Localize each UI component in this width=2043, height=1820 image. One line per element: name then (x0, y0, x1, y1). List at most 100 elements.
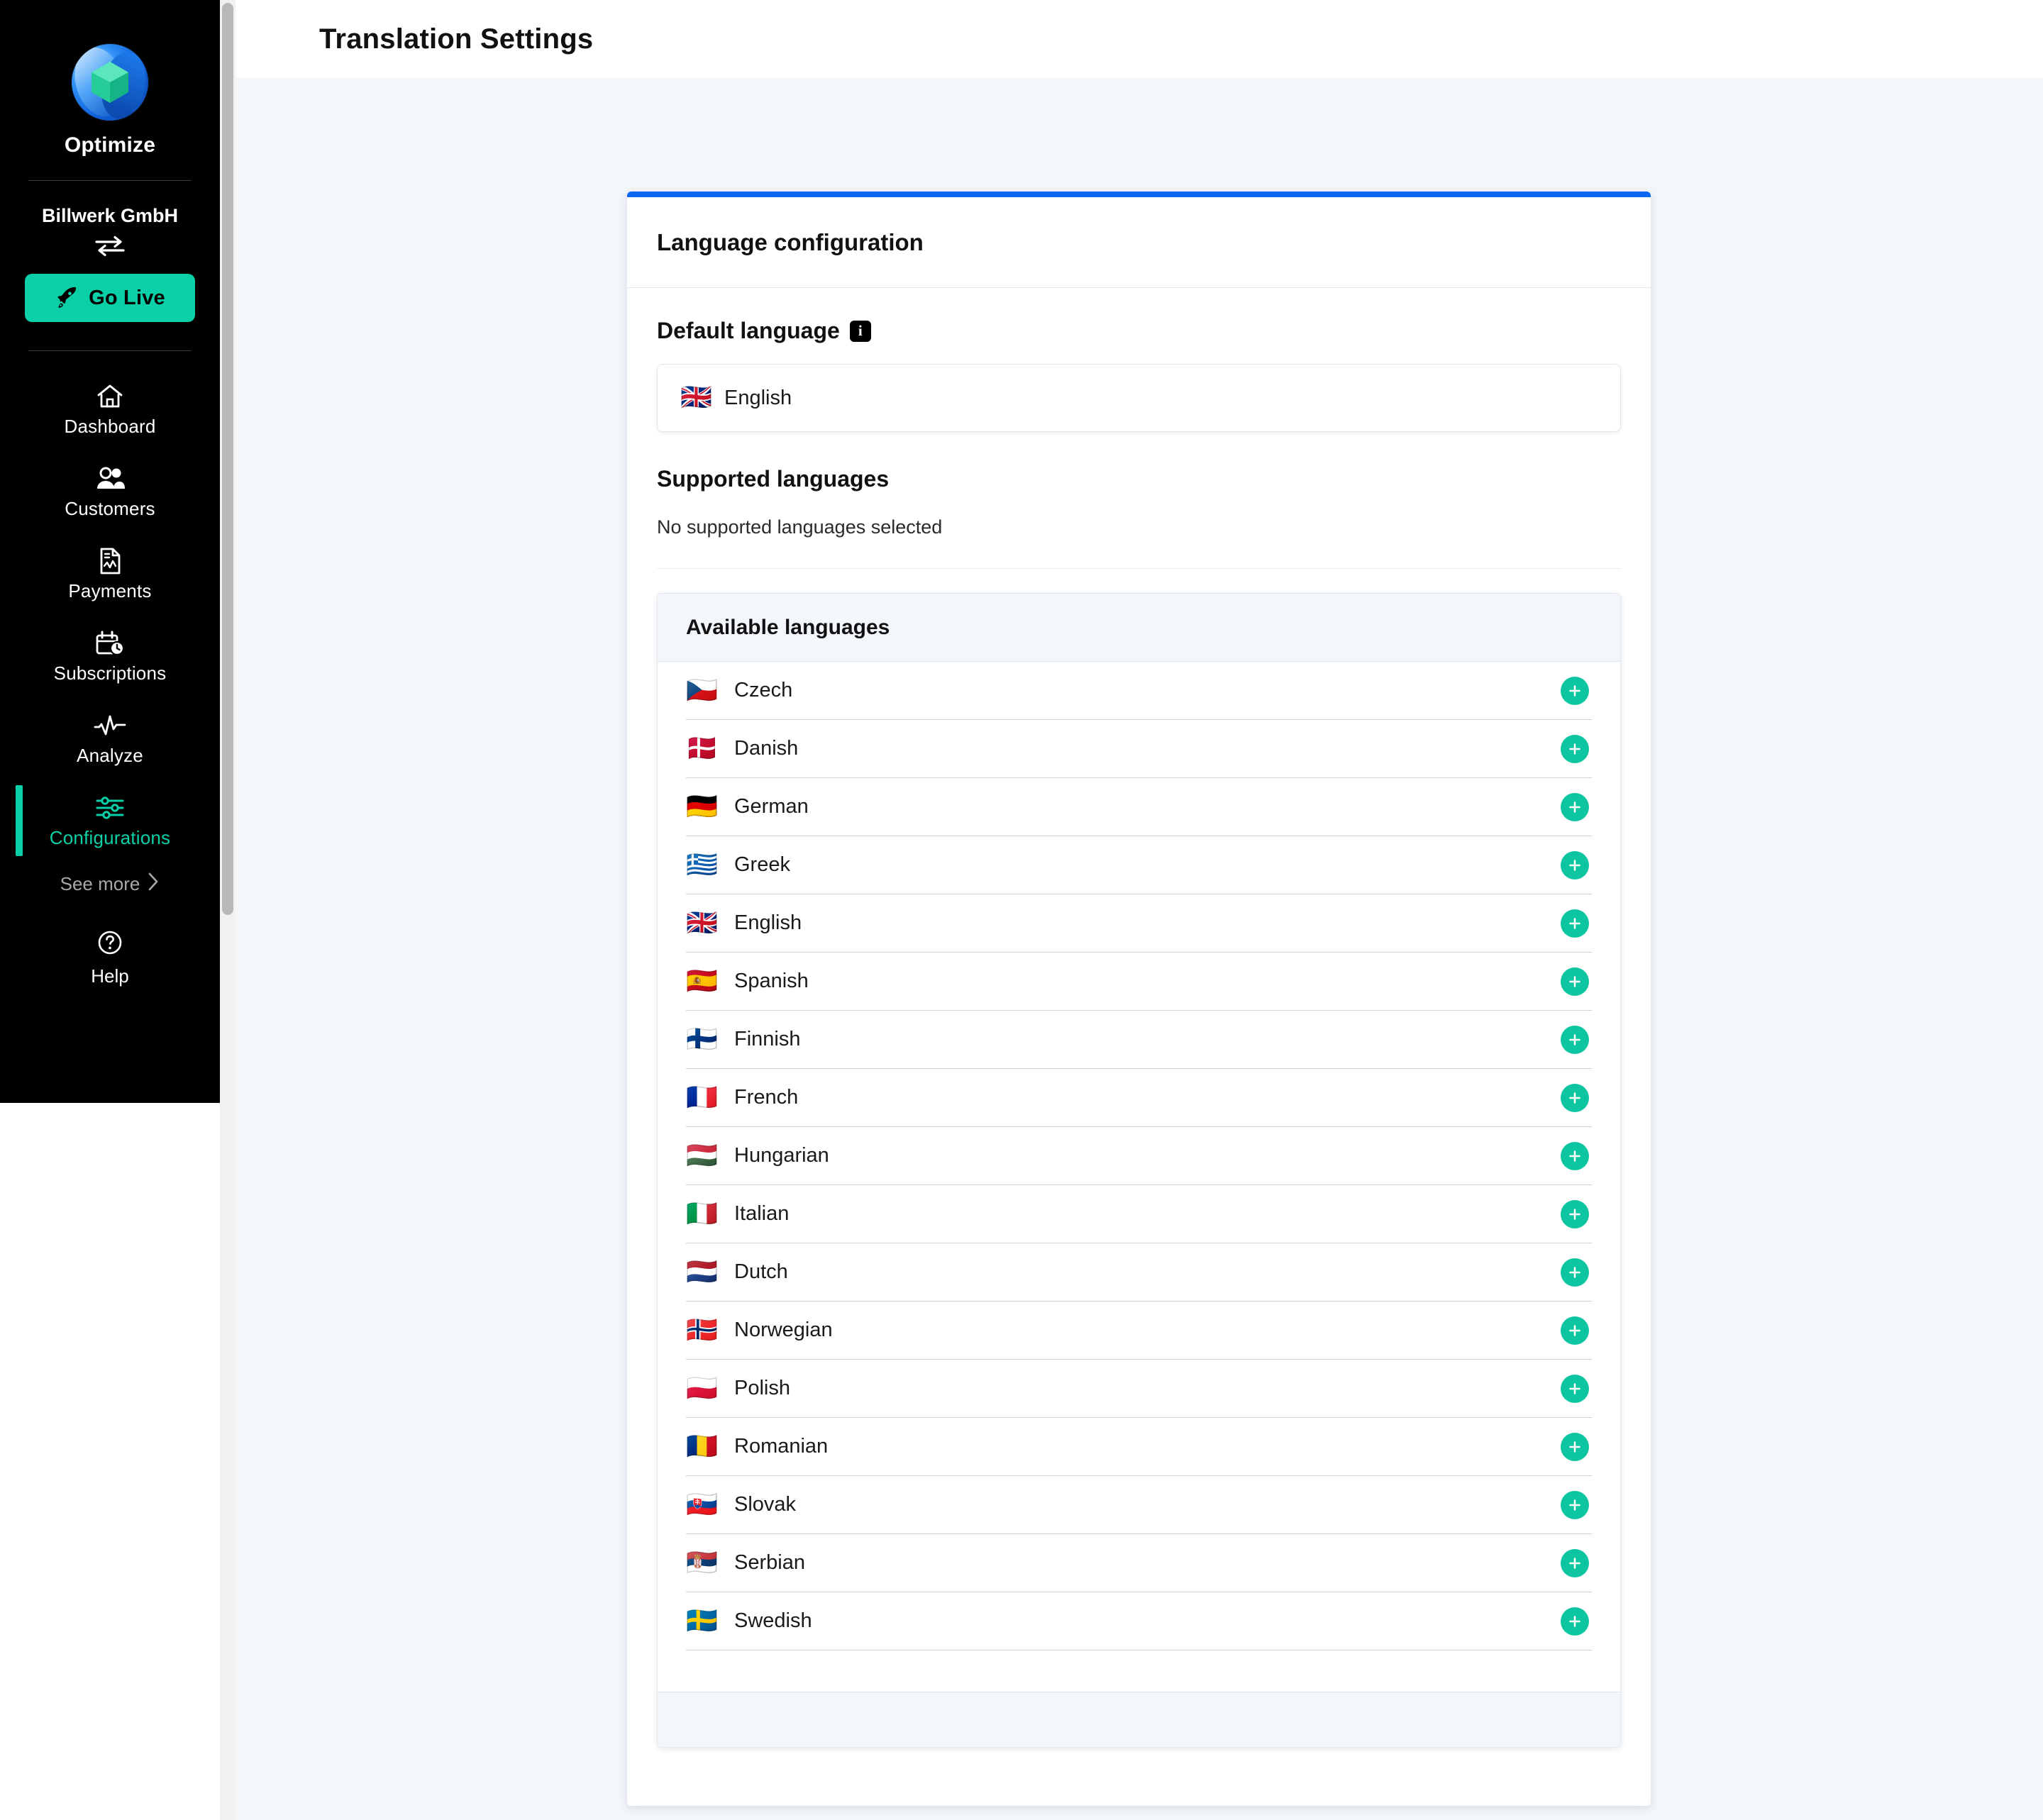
plus-icon (1569, 1150, 1580, 1162)
language-name: Serbian (734, 1551, 805, 1574)
plus-icon (1569, 1441, 1580, 1453)
language-row[interactable]: 🇩🇰 Danish (686, 720, 1592, 778)
add-language-button[interactable] (1561, 676, 1589, 705)
sidebar-item-analyze[interactable]: Analyze (0, 697, 220, 779)
plus-icon (1569, 1092, 1580, 1104)
language-row[interactable]: 🇬🇷 Greek (686, 836, 1592, 894)
language-row[interactable]: 🇫🇮 Finnish (686, 1011, 1592, 1069)
optimize-logo-icon (72, 44, 148, 121)
flag-icon: 🇬🇷 (686, 850, 718, 880)
flag-icon: 🇬🇧 (680, 383, 712, 412)
add-language-button[interactable] (1561, 1258, 1589, 1287)
flag-icon: 🇩🇰 (686, 733, 718, 763)
plus-icon (1569, 1033, 1580, 1045)
default-language-label: Default language (657, 318, 840, 343)
sidebar-item-payments[interactable]: Payments (0, 533, 220, 615)
language-name: Slovak (734, 1493, 797, 1516)
language-name: Romanian (734, 1435, 829, 1458)
chevron-right-icon (147, 872, 160, 897)
language-row[interactable]: 🇬🇧 English (686, 894, 1592, 953)
plus-icon (1569, 1324, 1580, 1336)
plus-icon (1569, 801, 1580, 813)
add-language-button[interactable] (1561, 1490, 1589, 1519)
language-row[interactable]: 🇩🇪 German (686, 778, 1592, 836)
switch-arrows-icon[interactable] (94, 234, 126, 258)
language-name: Hungarian (734, 1144, 829, 1167)
sidebar-item-subscriptions[interactable]: Subscriptions (0, 615, 220, 697)
sidebar-divider-top (28, 180, 192, 181)
language-row[interactable]: 🇭🇺 Hungarian (686, 1127, 1592, 1185)
sidebar-divider-mid (28, 350, 192, 351)
flag-icon: 🇷🇴 (686, 1431, 718, 1461)
supported-languages-empty-text: No supported languages selected (657, 516, 943, 538)
add-language-button[interactable] (1561, 967, 1589, 996)
add-language-button[interactable] (1561, 1141, 1589, 1170)
card-body: Default language i 🇬🇧 English Supported … (627, 288, 1651, 1769)
language-row[interactable]: 🇳🇱 Dutch (686, 1243, 1592, 1302)
add-language-button[interactable] (1561, 1374, 1589, 1403)
sidebar-item-help[interactable]: Help (91, 929, 129, 987)
sliders-icon (95, 793, 125, 823)
add-language-button[interactable] (1561, 1316, 1589, 1345)
language-name: Polish (734, 1377, 790, 1399)
add-language-button[interactable] (1561, 1199, 1589, 1228)
card-footer (627, 1769, 1651, 1806)
plus-icon (1569, 975, 1580, 987)
brand-block: Optimize (0, 0, 220, 157)
available-languages-list: 🇨🇿 Czech 🇩🇰 Danish 🇩🇪 German 🇬🇷 Greek 🇬🇧 English 🇪… (658, 662, 1620, 1650)
language-row[interactable]: 🇳🇴 Norwegian (686, 1302, 1592, 1360)
info-icon[interactable]: i (849, 320, 871, 342)
add-language-button[interactable] (1561, 1607, 1589, 1636)
language-row[interactable]: 🇸🇪 Swedish (686, 1592, 1592, 1650)
language-row[interactable]: 🇵🇱 Polish (686, 1360, 1592, 1418)
language-configuration-card: Language configuration Default language … (627, 192, 1651, 1806)
language-row[interactable]: 🇫🇷 French (686, 1069, 1592, 1127)
see-more-button[interactable]: See more (60, 872, 160, 897)
plus-icon (1569, 1557, 1580, 1569)
add-language-button[interactable] (1561, 1548, 1589, 1577)
go-live-button[interactable]: Go Live (25, 274, 195, 322)
supported-languages-label: Supported languages (657, 466, 890, 492)
plus-icon (1569, 1382, 1580, 1394)
language-row[interactable]: 🇨🇿 Czech (686, 662, 1592, 720)
default-language-label-row: Default language i (657, 318, 1621, 344)
language-name: Finnish (734, 1028, 801, 1050)
sidebar-item-label: Subscriptions (53, 662, 167, 684)
add-language-button[interactable] (1561, 1083, 1589, 1112)
add-language-button[interactable] (1561, 792, 1589, 821)
plus-icon (1569, 1266, 1580, 1278)
language-row[interactable]: 🇷🇸 Serbian (686, 1534, 1592, 1592)
sidebar-item-dashboard[interactable]: Dashboard (0, 368, 220, 450)
add-language-button[interactable] (1561, 734, 1589, 763)
brand-name: Optimize (64, 133, 156, 157)
sidebar-item-label: Customers (65, 497, 155, 519)
default-language-select[interactable]: 🇬🇧 English (657, 364, 1621, 432)
language-name: English (734, 911, 802, 934)
flag-icon: 🇵🇱 (686, 1373, 718, 1403)
add-language-button[interactable] (1561, 1432, 1589, 1461)
plus-icon (1569, 1499, 1580, 1511)
pulse-icon (94, 711, 126, 740)
language-row[interactable]: 🇷🇴 Romanian (686, 1418, 1592, 1476)
add-language-button[interactable] (1561, 1025, 1589, 1054)
sidebar-item-configurations[interactable]: Configurations (0, 779, 220, 862)
home-icon (96, 382, 124, 411)
page-scrollbar-thumb[interactable] (222, 3, 233, 915)
flag-icon: 🇩🇪 (686, 792, 718, 821)
content-canvas: Language configuration Default language … (236, 78, 2043, 1820)
language-row[interactable]: 🇮🇹 Italian (686, 1185, 1592, 1243)
plus-icon (1569, 859, 1580, 871)
card-title: Language configuration (657, 228, 924, 255)
language-row[interactable]: 🇪🇸 Spanish (686, 953, 1592, 1011)
flag-icon: 🇸🇰 (686, 1489, 718, 1519)
sidebar-item-label: Help (91, 965, 129, 987)
language-name: Danish (734, 737, 799, 760)
add-language-button[interactable] (1561, 909, 1589, 938)
sidebar-nav: Dashboard Customers Payments Subscriptio… (0, 368, 220, 987)
add-language-button[interactable] (1561, 850, 1589, 880)
rocket-icon (55, 285, 79, 311)
document-icon (98, 546, 122, 576)
language-row[interactable]: 🇸🇰 Slovak (686, 1476, 1592, 1534)
language-name: Spanish (734, 970, 809, 992)
sidebar-item-customers[interactable]: Customers (0, 450, 220, 533)
